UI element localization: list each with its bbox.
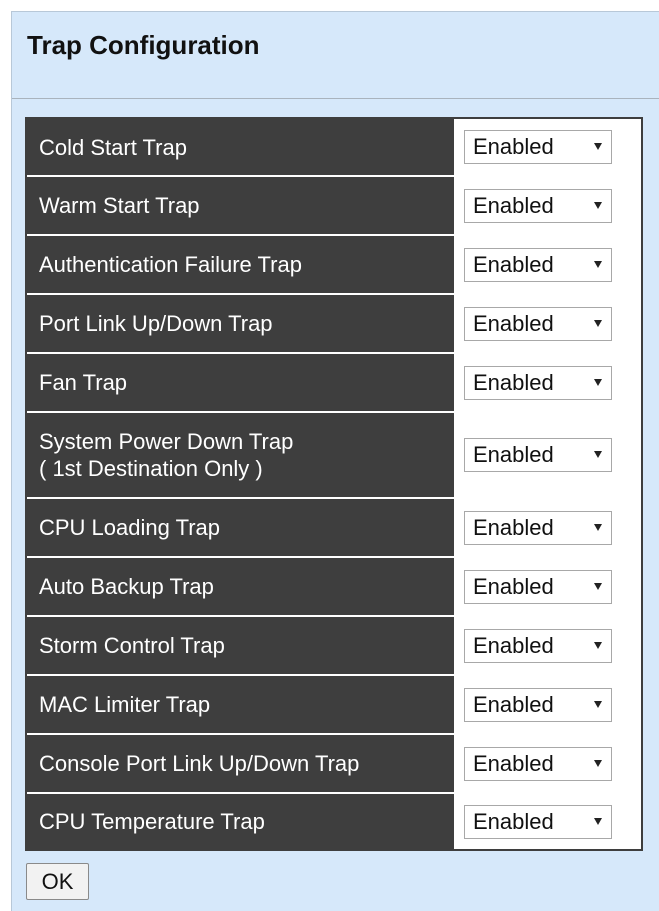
- trap-row-mac-limiter: MAC Limiter Trap Enabled: [27, 676, 641, 735]
- trap-label-storm-control: Storm Control Trap: [27, 617, 456, 674]
- dropdown-arrow-icon: [594, 201, 602, 209]
- trap-label-system-power-down: System Power Down Trap ( 1st Destination…: [27, 413, 456, 497]
- cpu-loading-trap-select[interactable]: Enabled: [464, 510, 612, 545]
- trap-row-console-port-link-up-down: Console Port Link Up/Down Trap Enabled: [27, 735, 641, 794]
- trap-label-text: Auto Backup Trap: [39, 574, 214, 599]
- trap-label-console-port-link-up-down: Console Port Link Up/Down Trap: [27, 735, 456, 792]
- trap-label-text: System Power Down Trap: [39, 429, 294, 454]
- warm-start-trap-select[interactable]: Enabled: [464, 188, 612, 223]
- trap-label-warm-start: Warm Start Trap: [27, 177, 456, 234]
- dropdown-arrow-icon: [594, 759, 602, 767]
- trap-label-text: Cold Start Trap: [39, 134, 187, 160]
- dropdown-arrow-icon: [594, 582, 602, 590]
- trap-value-cell: Enabled: [456, 735, 641, 792]
- trap-row-warm-start: Warm Start Trap Enabled: [27, 177, 641, 236]
- select-value: Enabled: [473, 134, 554, 159]
- dropdown-arrow-icon: [594, 700, 602, 708]
- port-link-up-down-trap-select[interactable]: Enabled: [464, 306, 612, 341]
- system-power-down-trap-select[interactable]: Enabled: [464, 438, 612, 472]
- dropdown-arrow-icon: [594, 817, 602, 825]
- trap-row-port-link-up-down: Port Link Up/Down Trap Enabled: [27, 295, 641, 354]
- trap-row-authentication-failure: Authentication Failure Trap Enabled: [27, 236, 641, 295]
- trap-row-fan: Fan Trap Enabled: [27, 354, 641, 413]
- trap-value-cell: Enabled: [456, 354, 641, 411]
- select-value: Enabled: [473, 514, 554, 540]
- trap-label-text: Port Link Up/Down Trap: [39, 311, 273, 336]
- ok-button[interactable]: OK: [26, 863, 89, 900]
- authentication-failure-trap-select[interactable]: Enabled: [464, 247, 612, 282]
- trap-value-cell: Enabled: [456, 119, 641, 175]
- trap-label-text: Console Port Link Up/Down Trap: [39, 751, 360, 776]
- cpu-temperature-trap-select[interactable]: Enabled: [464, 804, 612, 839]
- fan-trap-select[interactable]: Enabled: [464, 365, 612, 400]
- trap-value-cell: Enabled: [456, 499, 641, 556]
- trap-label-text: MAC Limiter Trap: [39, 692, 211, 717]
- select-value: Enabled: [473, 632, 554, 658]
- trap-value-cell: Enabled: [456, 794, 641, 849]
- select-value: Enabled: [473, 750, 554, 776]
- trap-value-cell: Enabled: [456, 236, 641, 293]
- select-value: Enabled: [473, 573, 554, 599]
- dropdown-arrow-icon: [594, 641, 602, 649]
- storm-control-trap-select[interactable]: Enabled: [464, 628, 612, 663]
- mac-limiter-trap-select[interactable]: Enabled: [464, 687, 612, 722]
- trap-value-cell: Enabled: [456, 177, 641, 234]
- trap-label-text: Storm Control Trap: [39, 633, 225, 658]
- trap-label-cpu-temperature: CPU Temperature Trap: [27, 794, 456, 849]
- dropdown-arrow-icon: [594, 523, 602, 531]
- trap-row-system-power-down: System Power Down Trap ( 1st Destination…: [27, 413, 641, 499]
- console-port-link-up-down-trap-select[interactable]: Enabled: [464, 746, 612, 781]
- trap-label-text: Fan Trap: [39, 370, 128, 395]
- trap-row-auto-backup: Auto Backup Trap Enabled: [27, 558, 641, 617]
- trap-label-authentication-failure: Authentication Failure Trap: [27, 236, 456, 293]
- dropdown-arrow-icon: [594, 260, 602, 268]
- auto-backup-trap-select[interactable]: Enabled: [464, 569, 612, 604]
- trap-value-cell: Enabled: [456, 295, 641, 352]
- trap-label-text: Warm Start Trap: [39, 193, 200, 218]
- select-value: Enabled: [473, 691, 554, 717]
- trap-value-cell: Enabled: [456, 413, 641, 497]
- select-value: Enabled: [473, 369, 554, 395]
- trap-row-cpu-loading: CPU Loading Trap Enabled: [27, 499, 641, 558]
- trap-label-cpu-loading: CPU Loading Trap: [27, 499, 456, 556]
- trap-label-text: CPU Loading Trap: [39, 515, 220, 540]
- trap-label-text: CPU Temperature Trap: [39, 809, 265, 834]
- trap-label-mac-limiter: MAC Limiter Trap: [27, 676, 456, 733]
- dropdown-arrow-icon: [594, 319, 602, 327]
- cold-start-trap-select[interactable]: Enabled: [464, 130, 612, 164]
- trap-row-storm-control: Storm Control Trap Enabled: [27, 617, 641, 676]
- trap-configuration-panel: Trap Configuration Cold Start Trap Enabl…: [11, 11, 659, 911]
- trap-label-auto-backup: Auto Backup Trap: [27, 558, 456, 615]
- trap-label-cold-start: Cold Start Trap: [27, 119, 456, 175]
- trap-label-subtext: ( 1st Destination Only ): [39, 456, 263, 481]
- select-value: Enabled: [473, 310, 554, 336]
- select-value: Enabled: [473, 442, 554, 467]
- dropdown-arrow-icon: [594, 378, 602, 386]
- select-value: Enabled: [473, 192, 554, 218]
- trap-value-cell: Enabled: [456, 617, 641, 674]
- select-value: Enabled: [473, 251, 554, 277]
- dropdown-arrow-icon: [594, 143, 602, 150]
- trap-row-cpu-temperature: CPU Temperature Trap Enabled: [27, 794, 641, 849]
- trap-value-cell: Enabled: [456, 676, 641, 733]
- title-divider: [12, 98, 659, 99]
- trap-label-port-link-up-down: Port Link Up/Down Trap: [27, 295, 456, 352]
- trap-value-cell: Enabled: [456, 558, 641, 615]
- trap-row-cold-start: Cold Start Trap Enabled: [27, 119, 641, 177]
- trap-label-text: Authentication Failure Trap: [39, 252, 302, 277]
- page-title: Trap Configuration: [27, 30, 260, 60]
- select-value: Enabled: [473, 808, 554, 834]
- dropdown-arrow-icon: [594, 451, 602, 458]
- trap-table: Cold Start Trap Enabled Warm Start Trap …: [25, 117, 643, 851]
- trap-label-fan: Fan Trap: [27, 354, 456, 411]
